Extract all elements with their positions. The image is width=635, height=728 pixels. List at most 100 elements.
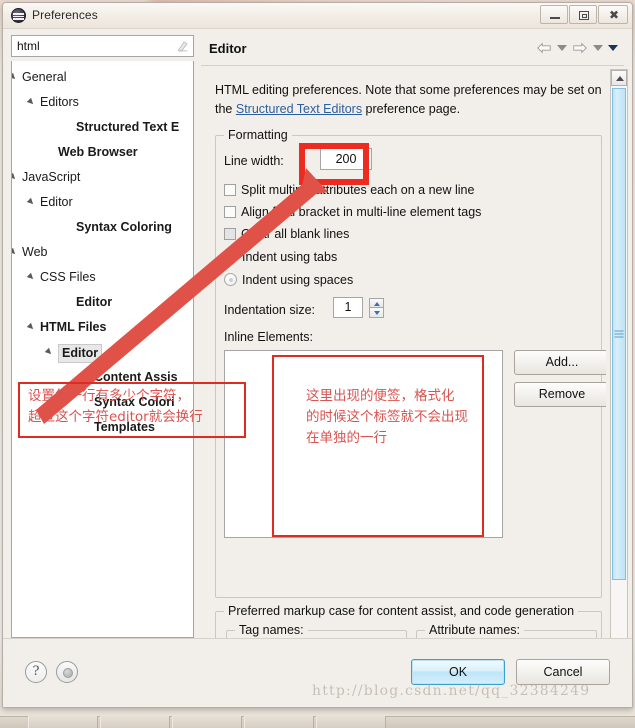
formatting-legend: Formatting xyxy=(224,128,292,142)
expand-arrow-icon[interactable] xyxy=(12,247,18,257)
scroll-grip xyxy=(614,330,624,338)
checkbox-label: Split multiple attributes each on a new … xyxy=(241,183,475,197)
taskbar-item[interactable] xyxy=(100,716,170,728)
expand-arrow-icon[interactable] xyxy=(44,347,54,357)
scroll-thumb[interactable] xyxy=(612,88,626,580)
tree-item[interactable]: Web xyxy=(12,240,193,265)
checkbox-align-final-bracket[interactable]: Align final bracket in multi-line elemen… xyxy=(224,205,481,219)
screenshot-root: Preferences ✖ GeneralEditorsStructure xyxy=(0,0,635,728)
maximize-button[interactable] xyxy=(569,5,597,24)
line-width-input[interactable]: 200 xyxy=(320,148,372,170)
description-part2: preference page. xyxy=(362,102,461,116)
window-controls: ✖ xyxy=(540,5,628,24)
search-input[interactable] xyxy=(11,35,194,57)
checkbox-label: Clear all blank lines xyxy=(241,227,350,241)
restore-defaults-icon[interactable] xyxy=(56,661,78,683)
expand-arrow-icon[interactable] xyxy=(26,197,36,207)
tree-item[interactable]: Editors xyxy=(12,90,193,115)
sidebar: General Editors Structured Text E Web Brows… xyxy=(11,35,194,660)
tree-item-label: Structured Text E xyxy=(76,120,180,134)
title-divider xyxy=(201,65,624,66)
taskbar-item[interactable] xyxy=(172,716,242,728)
ok-button[interactable]: OK xyxy=(411,659,505,685)
markup-case-legend: Preferred markup case for content assist… xyxy=(224,604,579,618)
tree-item[interactable]: CSS Files xyxy=(12,265,193,290)
taskbar-item[interactable] xyxy=(28,716,98,728)
tree-item-label: Editors xyxy=(40,95,79,109)
tree-item[interactable]: Editor xyxy=(12,190,193,215)
back-arrow-icon[interactable] xyxy=(536,41,552,55)
filter-search xyxy=(11,35,194,57)
tree-item[interactable]: HTML Files xyxy=(12,315,193,340)
tree-item[interactable]: JavaScript xyxy=(12,165,193,190)
maximize-icon xyxy=(579,11,589,20)
taskbar-item[interactable] xyxy=(244,716,314,728)
tree-item[interactable]: General xyxy=(12,65,193,90)
attribute-names-legend: Attribute names: xyxy=(425,623,525,637)
page-vertical-scrollbar[interactable] xyxy=(610,69,628,660)
radio-indent-using-tabs[interactable]: Indent using tabs xyxy=(224,250,337,264)
tree-item-label: Web Browser xyxy=(58,145,138,159)
tree-item-label: Editor xyxy=(40,195,73,209)
expand-arrow-icon[interactable] xyxy=(12,72,18,82)
indentation-size-label: Indentation size: xyxy=(224,303,316,317)
line-width-label: Line width: xyxy=(224,154,284,168)
clear-icon[interactable] xyxy=(176,39,189,53)
checkbox-icon[interactable] xyxy=(224,228,236,240)
left-annotation-text: 设置每一行有多少个字符， 超过这个字符editor就会换行 xyxy=(28,388,203,425)
expand-arrow-icon[interactable] xyxy=(26,97,36,107)
indentation-size-input[interactable]: 1 xyxy=(333,297,363,318)
stepper-buttons xyxy=(369,297,385,318)
stepper-down-icon[interactable] xyxy=(369,307,385,318)
help-button[interactable]: ? xyxy=(25,661,47,683)
tree-item[interactable]: Syntax Coloring xyxy=(12,215,193,240)
scroll-up-icon[interactable] xyxy=(611,70,627,86)
minimize-button[interactable] xyxy=(540,5,568,24)
tree-item-label: Syntax Coloring xyxy=(76,220,172,234)
add-button[interactable]: Add... xyxy=(514,350,606,375)
dialog-body: General Editors Structured Text E Web Brows… xyxy=(3,29,632,666)
radio-label: Indent using tabs xyxy=(242,250,338,264)
checkbox-icon[interactable] xyxy=(224,184,236,196)
cancel-button[interactable]: Cancel xyxy=(516,659,610,685)
tree-item[interactable]: Web Browser xyxy=(12,140,193,165)
view-menu-chevron-down-icon[interactable] xyxy=(608,45,618,51)
page-description: HTML editing preferences. Note that some… xyxy=(215,81,602,119)
expand-arrow-icon[interactable] xyxy=(12,172,18,182)
stepper-up-icon[interactable] xyxy=(369,297,385,308)
checkbox-clear-blank-lines[interactable]: Clear all blank lines xyxy=(224,227,349,241)
expand-arrow-icon[interactable] xyxy=(26,322,36,332)
tree-item[interactable]: Structured Text E xyxy=(12,115,193,140)
close-button[interactable]: ✖ xyxy=(598,5,628,24)
forward-arrow-icon[interactable] xyxy=(572,41,588,55)
expand-arrow-icon[interactable] xyxy=(26,272,36,282)
page-title: Editor xyxy=(209,41,247,56)
taskbar-item[interactable] xyxy=(316,716,386,728)
checkbox-label: Align final bracket in multi-line elemen… xyxy=(241,205,482,219)
close-icon: ✖ xyxy=(609,8,620,22)
tag-names-legend: Tag names: xyxy=(235,623,308,637)
tree-item-label: General xyxy=(22,70,67,84)
tree-item-label: Web xyxy=(22,245,48,259)
back-menu-chevron-down-icon[interactable] xyxy=(557,45,567,51)
radio-icon[interactable] xyxy=(224,250,237,263)
indentation-size-stepper[interactable]: 1 xyxy=(333,297,385,318)
forward-menu-chevron-down-icon[interactable] xyxy=(593,45,603,51)
checkbox-split-attributes[interactable]: Split multiple attributes each on a new … xyxy=(224,183,474,197)
radio-label: Indent using spaces xyxy=(242,273,354,287)
tree-item[interactable]: Editor xyxy=(12,290,193,315)
preferences-tree[interactable]: General Editors Structured Text E Web Brows… xyxy=(11,61,194,638)
remove-button[interactable]: Remove xyxy=(514,382,606,407)
checkbox-icon[interactable] xyxy=(224,206,236,218)
main-panel: Editor HTML editing preferences. Note th… xyxy=(201,29,632,666)
radio-icon[interactable] xyxy=(224,273,237,286)
structured-text-editors-link[interactable]: Structured Text Editors xyxy=(236,102,362,116)
radio-indent-using-spaces[interactable]: Indent using spaces xyxy=(224,273,353,287)
tree-item-label: CSS Files xyxy=(40,270,96,284)
watermark: http://blog.csdn.net/qq_32384249 xyxy=(312,683,591,699)
title-bar[interactable]: Preferences ✖ xyxy=(3,3,632,29)
tree-item-label: JavaScript xyxy=(22,170,81,184)
tree-item-label: HTML Files xyxy=(40,320,107,334)
window-title: Preferences xyxy=(32,8,98,22)
tree-item[interactable]: Editor xyxy=(12,340,193,365)
